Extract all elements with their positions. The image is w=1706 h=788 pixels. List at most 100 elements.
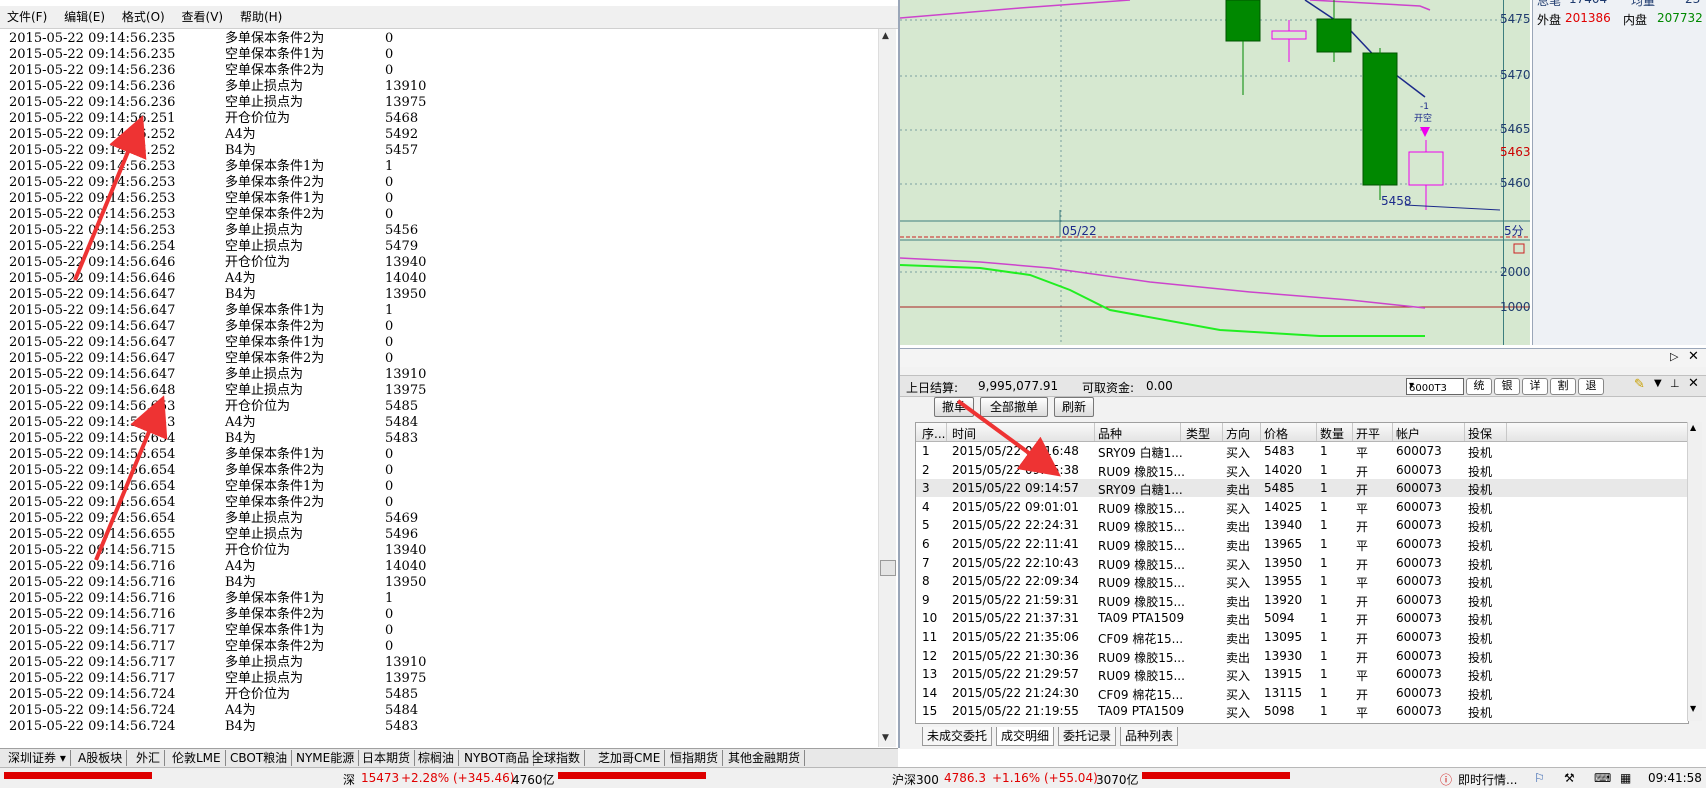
btn-detail[interactable]: 详 — [1522, 378, 1548, 395]
market-tab[interactable]: 其他金融期货 — [724, 750, 806, 766]
column-header[interactable]: 价格 — [1264, 425, 1288, 442]
notepad-scrollbar[interactable]: ▲ ▼ — [878, 29, 896, 747]
play-icon[interactable]: ▷ — [1670, 350, 1678, 363]
scroll-down-icon[interactable]: ▼ — [1690, 704, 1696, 713]
column-header[interactable]: 投保 — [1468, 425, 1492, 442]
menu-format[interactable]: 格式(O) — [115, 6, 171, 25]
panel-close-icon[interactable]: ✕ — [1688, 376, 1699, 391]
table-row[interactable]: 11 2015/05/22 21:35:06 CF09 棉花15... 卖出 13095… — [916, 628, 1688, 646]
table-row[interactable]: 13 2015/05/22 21:29:57 RU09 橡胶15... 买入 13915… — [916, 665, 1688, 683]
table-row[interactable]: 3 2015/05/22 09:14:57 SRY09 白糖1... 卖出 5485 1 开… — [916, 479, 1688, 498]
column-header[interactable]: 时间 — [952, 425, 976, 442]
refresh-button[interactable]: 刷新 — [1054, 397, 1094, 417]
log-val: 0 — [385, 191, 394, 206]
y-tick: 5475 — [1500, 12, 1531, 26]
close-icon[interactable]: ✕ — [1688, 349, 1699, 364]
table-cell: 3 — [922, 481, 930, 496]
tab-instruments[interactable]: 品种列表 — [1120, 727, 1179, 746]
market-tab[interactable]: NYME能源 — [292, 750, 360, 766]
column-header[interactable]: 开平 — [1356, 425, 1380, 442]
column-header[interactable]: 品种 — [1098, 425, 1122, 442]
log-val: 14040 — [385, 559, 427, 574]
market-tab[interactable]: 棕榈油 — [414, 750, 460, 766]
keyboard-icon[interactable]: ⌨ — [1594, 771, 1611, 785]
account-select[interactable]: 6000T3 ▾ — [1406, 378, 1464, 395]
market-tab[interactable]: CBOT粮油 — [226, 750, 293, 766]
menu-view[interactable]: 查看(V) — [175, 6, 230, 25]
scroll-up-icon[interactable]: ▲ — [1690, 423, 1696, 432]
tab-fills[interactable]: 成交明细 — [996, 727, 1055, 746]
column-header[interactable]: 数量 — [1320, 425, 1344, 442]
table-scrollbar[interactable]: ▲ ▼ — [1687, 422, 1702, 721]
log-line: 2015-05-22 09:14:56.235 空单保本条件1为 0 — [9, 47, 393, 63]
table-row[interactable]: 7 2015/05/22 22:10:43 RU09 橡胶15... 买入 13950 1… — [916, 554, 1688, 572]
market-tab[interactable]: 芝加哥CME — [594, 750, 666, 766]
log-val: 5457 — [385, 143, 419, 158]
realtime-label[interactable]: 即时行情... — [1458, 771, 1517, 788]
table-cell: 2015/05/22 21:29:57 — [952, 667, 1079, 682]
table-row[interactable]: 4 2015/05/22 09:01:01 RU09 橡胶15... 买入 14025 1… — [916, 498, 1688, 516]
cancel-order-button[interactable]: 撤单 — [934, 397, 974, 417]
log-ts: 2015-05-22 09:14:56.648 — [9, 383, 176, 398]
table-cell: 2015/05/22 09:15:38 — [952, 462, 1079, 477]
table-row[interactable]: 14 2015/05/22 21:24:30 CF09 棉花15... 买入 13115… — [916, 684, 1688, 702]
table-row[interactable]: 9 2015/05/22 21:59:31 RU09 橡胶15... 卖出 13920 1… — [916, 591, 1688, 609]
log-ts: 2015-05-22 09:14:56.654 — [9, 431, 176, 446]
y-tick: 5470 — [1500, 68, 1531, 82]
sub-y-tick: 1000 — [1500, 300, 1531, 314]
column-header[interactable]: 类型 — [1186, 425, 1210, 442]
market-tab[interactable]: 深圳证券 ▾ — [4, 750, 71, 766]
order-table: 序... 时间 品种 类型 方向 价格 数量 开平 帐户 投保 1 2015/05/22 09:16… — [915, 422, 1689, 724]
table-row[interactable]: 10 2015/05/22 21:37:31 TA09 PTA1509 卖出 5094 1… — [916, 609, 1688, 627]
menu-help[interactable]: 帮助(H) — [233, 6, 288, 25]
column-header[interactable]: 方向 — [1226, 425, 1250, 442]
calendar-icon[interactable]: ▦ — [1620, 771, 1631, 785]
kline-chart[interactable]: -1 开空 5458 05/22 5分 — [900, 0, 1530, 345]
table-row[interactable]: 6 2015/05/22 22:11:41 RU09 橡胶15... 卖出 13965 1… — [916, 535, 1688, 553]
table-row[interactable]: 16 2015/05/22 21:01:02 CF09 棉花15... 买入 13095… — [916, 721, 1688, 723]
log-line: 2015-05-22 09:14:56.715 开仓价位为 13940 — [9, 543, 426, 559]
table-cell: 2015/05/22 22:09:34 — [952, 574, 1079, 589]
quote-row-0: 总笔 17404 均量 23 — [1537, 0, 1700, 8]
btn-bank[interactable]: 银 — [1494, 378, 1520, 395]
cancel-all-button[interactable]: 全部撤单 — [980, 397, 1048, 417]
tools-icon[interactable]: ✎ — [1634, 377, 1645, 392]
market-tab[interactable]: NYBOT商品 — [460, 750, 535, 766]
table-cell: 平 — [1356, 706, 1369, 721]
menu-edit[interactable]: 编辑(E) — [57, 6, 111, 25]
table-row[interactable]: 15 2015/05/22 21:19:55 TA09 PTA1509 买入 5098 1… — [916, 702, 1688, 720]
tool-icon[interactable]: ⚒ — [1564, 771, 1575, 785]
market-tab[interactable]: A股板块 — [74, 750, 128, 766]
btn-stats[interactable]: 统 — [1466, 378, 1492, 395]
market-tab[interactable]: 外汇 — [132, 750, 166, 766]
network-icon[interactable]: ⚐ — [1534, 771, 1545, 785]
btn-exit[interactable]: 退 — [1578, 378, 1604, 395]
table-row[interactable]: 8 2015/05/22 22:09:34 RU09 橡胶15... 买入 13955 1… — [916, 572, 1688, 590]
log-lbl: 空单保本条件1为 — [225, 479, 325, 494]
scroll-thumb[interactable] — [880, 560, 896, 576]
table-row[interactable]: 5 2015/05/22 22:24:31 RU09 橡胶15... 卖出 13940 1… — [916, 516, 1688, 534]
market-tab[interactable]: 伦敦LME — [168, 750, 226, 766]
scroll-up-icon[interactable]: ▲ — [882, 31, 889, 41]
log-text-area[interactable]: 2015-05-22 09:14:56.235 多单保本条件2为 0 2015-05-… — [0, 29, 878, 747]
table-row[interactable]: 2 2015/05/22 09:15:38 RU09 橡胶15... 买入 14020 1… — [916, 461, 1688, 479]
market-tab[interactable]: 恒指期货 — [666, 750, 724, 766]
market-tab[interactable]: 日本期货 — [358, 750, 416, 766]
table-cell: 13950 — [1264, 555, 1303, 570]
tab-orders[interactable]: 委托记录 — [1058, 727, 1117, 746]
subchart-toggle-icon[interactable] — [1513, 243, 1525, 254]
market-tab[interactable]: 全球指数 — [528, 750, 586, 766]
column-header[interactable]: 帐户 — [1396, 425, 1420, 442]
table-row[interactable]: 1 2015/05/22 09:16:48 SRY09 白糖1... 买入 5483 1 平… — [916, 442, 1688, 460]
btn-cut[interactable]: 割 — [1550, 378, 1576, 395]
menu-file[interactable]: 文件(F) — [0, 6, 53, 25]
info-icon[interactable]: ⓘ — [1440, 771, 1452, 788]
table-row[interactable]: 12 2015/05/22 21:30:36 RU09 橡胶15... 卖出 13930… — [916, 647, 1688, 665]
table-cell: 买入 — [1226, 501, 1251, 516]
tab-pending[interactable]: 未成交委托 — [922, 727, 993, 746]
column-header[interactable]: 序... — [922, 425, 945, 442]
scroll-down-icon[interactable]: ▼ — [882, 733, 889, 743]
pin-icon[interactable]: ⊥ — [1670, 377, 1680, 390]
log-lbl: 空单保本条件1为 — [225, 47, 325, 62]
dropdown-icon[interactable]: ▼ — [1654, 378, 1662, 389]
